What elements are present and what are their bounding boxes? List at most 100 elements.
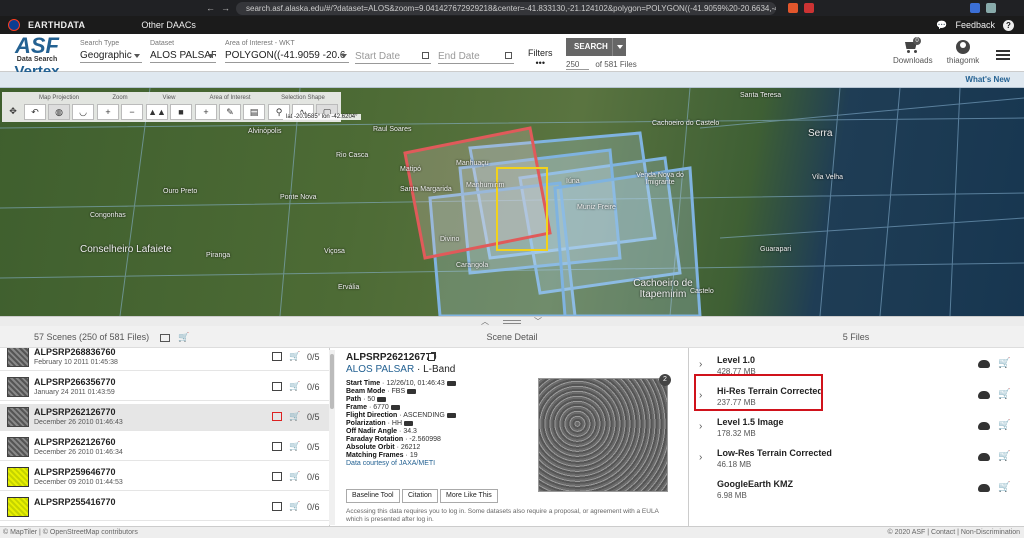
add-to-cart-icon[interactable]: 🛒 [998,482,1010,493]
scene-row[interactable]: ALPSRP259646770 December 09 2010 01:44:53… [0,464,329,491]
footer-links[interactable]: © 2020 ASF | Contact | Non-Discriminatio… [887,527,1020,538]
search-dropdown-toggle[interactable] [612,38,626,56]
feedback-icon[interactable]: 💬 [936,20,947,31]
whats-new-link[interactable]: What's New [965,75,1010,84]
feedback-link[interactable]: Feedback [955,20,995,30]
end-date-input[interactable]: End Date [438,48,514,64]
add-to-cart-icon[interactable]: 🛒 [289,471,300,482]
file-row[interactable]: › Low-Res Terrain Corrected 46.18 MB 🛒 [689,443,1024,474]
cloud-download-icon[interactable] [978,391,990,399]
more-like-this-button[interactable]: More Like This [440,489,498,503]
cloud-download-icon[interactable] [978,360,990,368]
chevron-right-icon[interactable]: › [699,421,702,432]
add-to-cart-icon[interactable]: 🛒 [289,501,300,512]
start-date-input[interactable]: Start Date [355,48,431,64]
zoom-to-scene-icon[interactable] [272,442,282,451]
address-bar[interactable]: search.asf.alaska.edu/#/?dataset=ALOS&zo… [236,1,776,15]
scene-row[interactable]: ALPSRP268836760 February 10 2011 01:45:38… [0,348,329,371]
end-date-value[interactable]: End Date [438,49,514,64]
copy-icon[interactable] [428,353,435,361]
calendar-icon[interactable] [422,52,429,59]
filters-button[interactable]: Filters ••• [528,48,553,68]
clear-aoi-icon[interactable]: ▤ [243,104,265,120]
satellite-view-icon[interactable]: ▲▲ [146,104,168,120]
forward-arrow-icon[interactable]: → [221,3,230,13]
scenes-list[interactable]: ALPSRP268836760 February 10 2011 01:45:38… [0,348,330,526]
help-icon[interactable]: ? [1003,19,1014,31]
brave-rewards-icon[interactable] [804,3,814,13]
calendar-icon[interactable] [505,52,512,59]
file-row[interactable]: GoogleEarth KMZ 6.98 MB 🛒 [689,474,1024,505]
add-to-cart-icon[interactable]: 🛒 [289,351,300,362]
start-date-value[interactable]: Start Date [355,49,431,64]
zoom-to-scene-icon[interactable] [272,502,282,511]
nasa-logo-icon[interactable] [8,19,20,31]
aoi-value[interactable]: POLYGON((-41.9059 -20.6 [225,48,349,63]
add-to-cart-icon[interactable]: 🛒 [289,381,300,392]
profile-icon[interactable] [986,3,996,13]
arctic-projection-icon[interactable]: ↶ [24,104,46,120]
search-by-value-icon[interactable] [404,420,414,426]
street-view-icon[interactable]: ■ [170,104,192,120]
add-to-cart-icon[interactable]: 🛒 [998,451,1010,462]
scene-thumbnail[interactable] [7,437,29,457]
cloud-download-icon[interactable] [978,453,990,461]
scene-thumbnail[interactable] [7,407,29,427]
search-type-select[interactable]: Search Type Geographic [80,40,142,63]
zoom-in-icon[interactable]: + [97,104,119,120]
chevron-right-icon[interactable]: › [699,359,702,370]
cloud-download-icon[interactable] [978,422,990,430]
search-type-value[interactable]: Geographic [80,48,142,63]
browse-image[interactable]: 2 [538,374,671,492]
scene-row[interactable]: ALPSRP255416770 🛒 0/6 [0,494,329,521]
scene-thumbnail[interactable] [7,377,29,397]
search-button[interactable]: SEARCH [566,38,626,56]
map-attribution[interactable]: © MapTiler | © OpenStreetMap contributor… [3,527,138,538]
max-results-select[interactable]: 250 [566,60,590,70]
add-all-to-cart-icon[interactable]: 🛒 [178,332,189,342]
zoom-to-scene-icon[interactable] [272,412,282,421]
antarctic-projection-icon[interactable]: ◡ [72,104,94,120]
citation-button[interactable]: Citation [402,489,438,503]
translate-icon[interactable] [970,3,980,13]
back-arrow-icon[interactable]: ← [206,3,215,13]
drag-grip-icon[interactable] [503,320,521,324]
add-to-cart-icon[interactable]: 🛒 [998,358,1010,369]
dataset-value[interactable]: ALOS PALSAR [150,48,216,63]
user-menu[interactable]: thiagomk [944,40,982,65]
hamburger-menu-icon[interactable] [996,50,1010,60]
panel-resize-handle[interactable]: ︿ ﹀ [0,316,1024,326]
scene-row[interactable]: ALPSRP262126770 December 26 2010 01:46:43… [0,404,329,431]
search-by-value-icon[interactable] [407,388,417,394]
brave-shield-icon[interactable] [788,3,798,13]
edit-aoi-icon[interactable]: ✎ [219,104,241,120]
file-row[interactable]: › Level 1.5 Image 178.32 MB 🛒 [689,412,1024,443]
map-view[interactable]: ✥ Map Projection ↶ ◍ ◡ Zoom + − View ▲▲ … [0,88,1024,316]
equatorial-projection-icon[interactable]: ◍ [48,104,70,120]
add-aoi-icon[interactable]: + [195,104,217,120]
aoi-input[interactable]: Area of Interest - WKT POLYGON((-41.9059… [225,40,349,63]
add-to-cart-icon[interactable]: 🛒 [998,420,1010,431]
downloads-button[interactable]: 0 Downloads [893,37,933,65]
baseline-tool-button[interactable]: Baseline Tool [346,489,400,503]
zoom-to-scene-icon[interactable] [272,352,282,361]
scene-thumbnail[interactable] [7,348,29,367]
scenes-scrollbar[interactable] [329,350,335,525]
zoom-to-results-icon[interactable] [159,333,170,342]
search-by-value-icon[interactable] [446,380,456,386]
search-by-value-icon[interactable] [390,404,400,410]
add-to-cart-icon[interactable]: 🛒 [998,389,1010,400]
scene-row[interactable]: ALPSRP266356770 January 24 2011 01:43:59 🛒… [0,374,329,401]
zoom-to-scene-icon[interactable] [272,382,282,391]
scene-thumbnail[interactable] [7,497,29,517]
earthdata-brand[interactable]: EARTHDATA [28,20,85,30]
scrollbar-thumb[interactable] [330,354,334,409]
cloud-download-icon[interactable] [978,484,990,492]
add-to-cart-icon[interactable]: 🛒 [289,411,300,422]
chevron-right-icon[interactable]: › [699,452,702,463]
map-move-icon[interactable]: ✥ [5,104,21,120]
add-to-cart-icon[interactable]: 🛒 [289,441,300,452]
other-daacs-link[interactable]: Other DAACs [141,20,196,30]
zoom-to-scene-icon[interactable] [272,472,282,481]
search-by-value-icon[interactable] [446,412,456,418]
